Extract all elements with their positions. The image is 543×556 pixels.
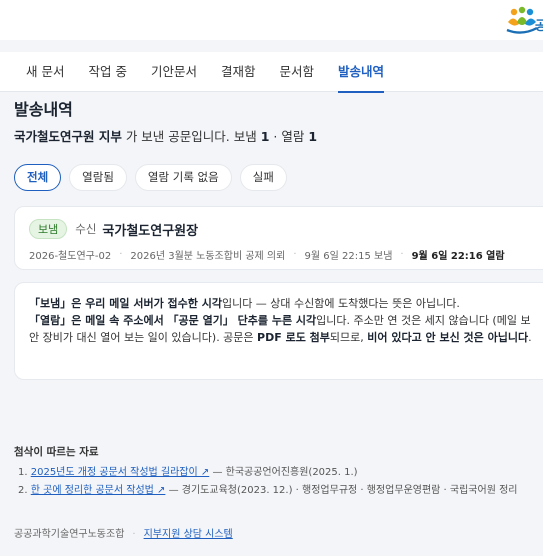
document-subject: 2026년 3월분 노동조합비 공제 의뢰 (130, 251, 286, 262)
recipient-name: 국가철도연구원장 (102, 223, 199, 239)
recipient-label: 수신 (75, 222, 97, 236)
sent-time: 9월 6일 22:15 보냄 (304, 251, 393, 262)
note-pdf-attach: PDF 로도 첨부 (257, 331, 330, 344)
reference-link[interactable]: 한 곳에 정리한 공문서 작성법 ↗ (31, 485, 166, 496)
logo-figures-icon (506, 6, 538, 34)
tab-drafts[interactable]: 기안문서 (151, 52, 197, 92)
references-list: 1. 2025년도 개정 공문서 작성법 길라잡이 ↗ — 한국공공언어진흥원(… (18, 464, 517, 500)
reference-number: 1. (18, 467, 28, 478)
status-filters: 전체 열람됨 열람 기록 없음 실패 (14, 164, 287, 191)
note-connector: 되므로, (329, 331, 368, 344)
top-bar: 공 (0, 0, 543, 40)
page-title: 발송내역 (14, 100, 73, 119)
status-badge: 보냄 (29, 219, 68, 239)
document-number: 2026-철도연구-02 (29, 251, 112, 262)
references-title: 첨삭이 따르는 자료 (14, 446, 99, 458)
footer-org: 공공과학기술연구노동조합 (14, 529, 125, 540)
union-logo[interactable]: 공 (505, 6, 543, 36)
footer-support-link[interactable]: 지부지원 상담 시스템 (144, 529, 233, 540)
note-sent-desc: 입니다 — 상대 수신함에 도착했다는 뜻은 아닙니다. (221, 297, 460, 310)
logo-text: 공 (535, 19, 543, 34)
note-emphasis: 비어 있다고 안 보신 것은 아닙니다 (367, 331, 529, 344)
reference-item: 2. 한 곳에 정리한 공문서 작성법 ↗ — 경기도교육청(2023. 12.… (18, 482, 517, 500)
note-opened-paragraph: 「열람」은 메일 속 주소에서 「공문 열기」 단추를 누른 시각입니다. 주소… (29, 312, 539, 346)
sent-record-card[interactable]: 보냄 수신 국가철도연구원장 2026-철도연구-02 · 2026년 3월분 … (14, 206, 543, 270)
note-sent-paragraph: 「보냄」은 우리 메일 서버가 접수한 시각입니다 — 상대 수신함에 도착했다… (29, 295, 539, 312)
info-note: 「보냄」은 우리 메일 서버가 접수한 시각입니다 — 상대 수신함에 도착했다… (14, 282, 543, 380)
record-header: 보냄 수신 국가철도연구원장 (29, 219, 198, 239)
sent-summary: 국가철도연구원 지부 가 보낸 공문입니다. 보냄 1 · 열람 1 (14, 126, 317, 145)
footer-separator: · (132, 529, 136, 540)
reference-item: 1. 2025년도 개정 공문서 작성법 길라잡이 ↗ — 한국공공언어진흥원(… (18, 464, 517, 482)
tab-approvals[interactable]: 결재함 (221, 52, 256, 92)
summary-opened-count: 1 (308, 129, 318, 144)
tab-sent-history[interactable]: 발송내역 (338, 52, 385, 93)
reference-link[interactable]: 2025년도 개정 공문서 작성법 길라잡이 ↗ (31, 467, 210, 478)
summary-separator: · 열람 (269, 129, 309, 144)
filter-no-open-record[interactable]: 열람 기록 없음 (134, 164, 232, 191)
reference-number: 2. (18, 485, 28, 496)
opened-time: 9월 6일 22:16 열람 (411, 251, 505, 262)
summary-sender: 국가철도연구원 지부 (14, 129, 122, 144)
filter-all[interactable]: 전체 (14, 164, 62, 191)
tab-new-document[interactable]: 새 문서 (26, 52, 64, 92)
filter-failed[interactable]: 실패 (239, 164, 287, 191)
note-period: . (528, 331, 532, 344)
meta-separator: · (293, 249, 297, 260)
main-nav: 새 문서 작업 중 기안문서 결재함 문서함 발송내역 (0, 52, 543, 93)
summary-text: 가 보낸 공문입니다. 보냄 (121, 129, 261, 144)
tab-in-progress[interactable]: 작업 중 (88, 52, 126, 92)
meta-separator: · (119, 249, 123, 260)
record-meta: 2026-철도연구-02 · 2026년 3월분 노동조합비 공제 의뢰 · 9… (29, 247, 505, 262)
reference-source: — 경기도교육청(2023. 12.) · 행정업무규정 · 행정업무운영편람 … (165, 485, 518, 496)
reference-source: — 한국공공언어진흥원(2025. 1.) (209, 467, 358, 478)
filter-opened[interactable]: 열람됨 (69, 164, 127, 191)
note-opened-term: 「열람」은 메일 속 주소에서 「공문 열기」 단추를 누른 시각 (29, 314, 317, 327)
note-sent-term: 「보냄」은 우리 메일 서버가 접수한 시각 (29, 297, 222, 310)
tab-document-box[interactable]: 문서함 (280, 52, 315, 92)
meta-separator: · (400, 249, 404, 260)
footer: 공공과학기술연구노동조합 · 지부지원 상담 시스템 (14, 525, 233, 540)
